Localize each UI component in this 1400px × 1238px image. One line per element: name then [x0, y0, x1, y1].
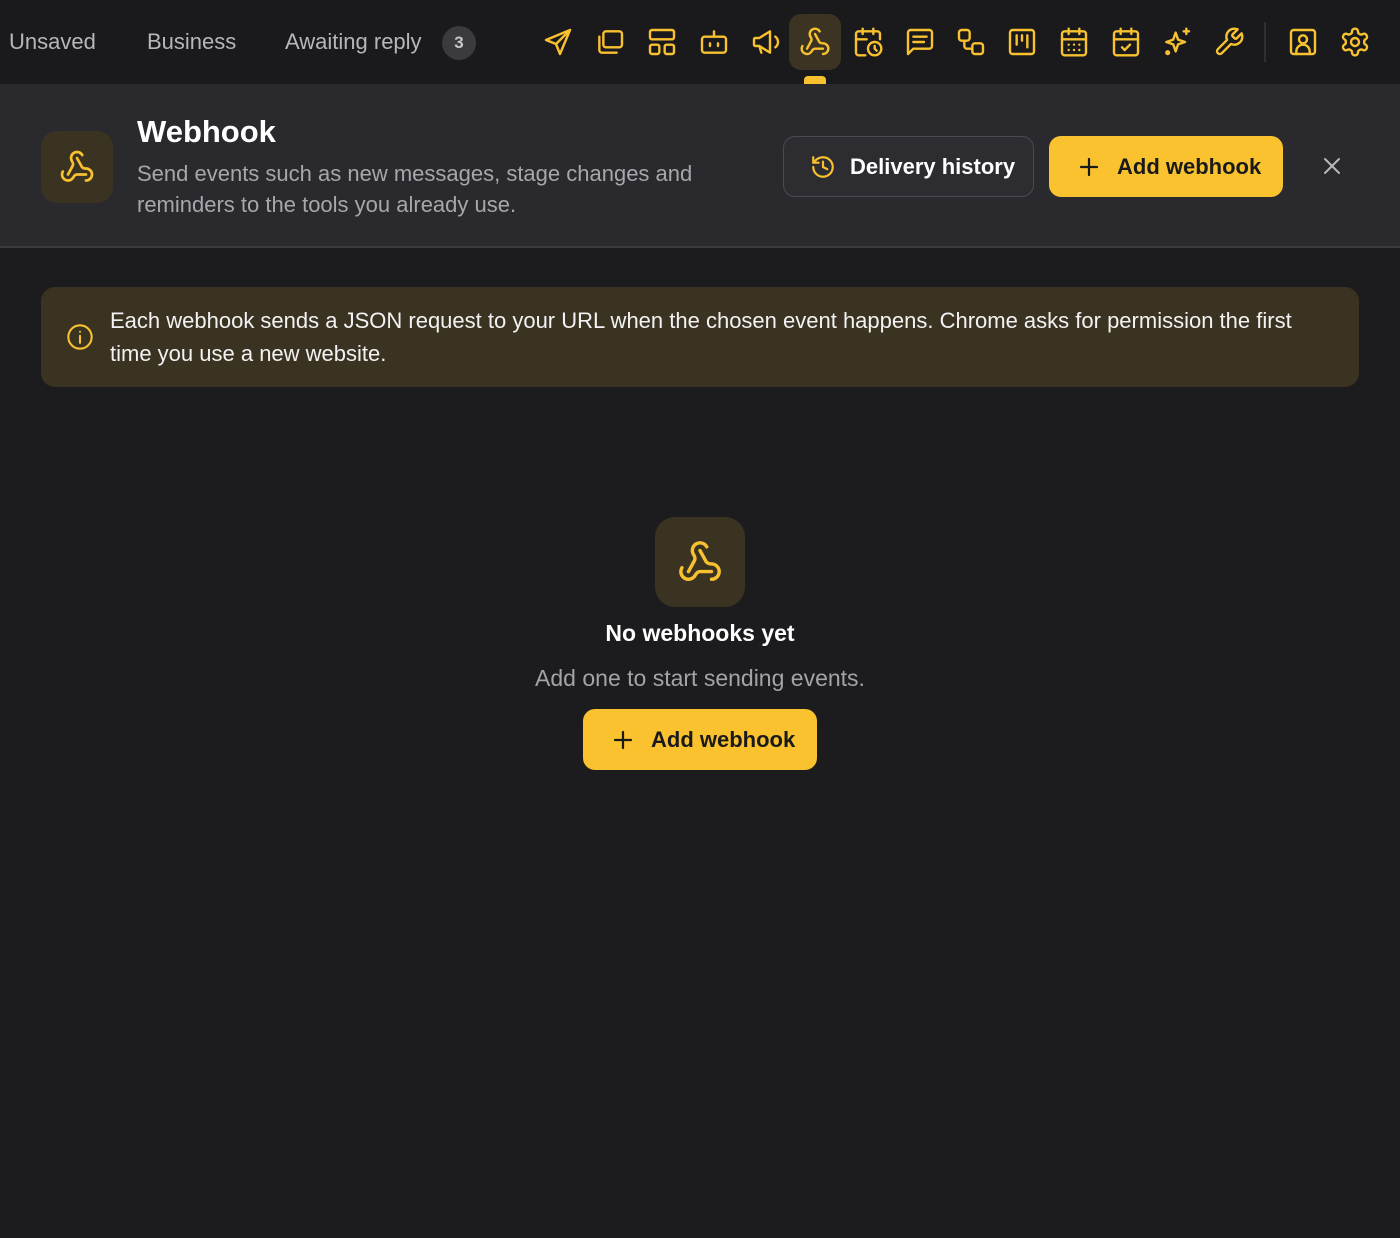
webhook-header: Webhook Send events such as new messages…: [0, 84, 1400, 248]
layout-tool-button[interactable]: [636, 14, 688, 70]
close-button[interactable]: [1314, 148, 1350, 184]
add-webhook-header-label: Add webhook: [1117, 153, 1262, 179]
tab-awaiting-reply[interactable]: Awaiting reply: [285, 0, 422, 84]
calendar-check-icon: [1112, 27, 1140, 57]
kanban-tool-button[interactable]: [996, 14, 1048, 70]
message-square-icon: [906, 28, 934, 56]
messages-tool-button[interactable]: [894, 14, 946, 70]
info-banner: Each webhook sends a JSON request to you…: [41, 287, 1359, 387]
active-tool-indicator: [804, 76, 826, 84]
plus-icon: [613, 730, 633, 749]
wrench-icon: [1215, 27, 1244, 56]
top-bar: Unsaved Business Awaiting reply 3: [0, 0, 1400, 84]
sparkles-icon: [1165, 27, 1191, 56]
contact-tool-button[interactable]: [1277, 14, 1329, 70]
info-text: Each webhook sends a JSON request to you…: [110, 308, 1292, 366]
awaiting-reply-count-badge: 3: [442, 26, 476, 60]
info-icon: [67, 324, 93, 350]
tab-unsaved[interactable]: Unsaved: [9, 0, 96, 84]
webhook-tool-button[interactable]: [789, 14, 841, 70]
workflow-icon: [957, 28, 985, 56]
bot-icon: [700, 30, 728, 54]
calendar-tool-button[interactable]: [1048, 14, 1100, 70]
calendar-clock-icon: [854, 27, 883, 57]
history-icon: [812, 155, 834, 178]
page-description: Send events such as new messages, stage …: [137, 161, 693, 217]
megaphone-tool-button[interactable]: [740, 14, 792, 70]
plus-icon: [1079, 157, 1099, 176]
delivery-history-button[interactable]: Delivery history: [783, 136, 1034, 197]
send-icon: [544, 28, 572, 56]
tab-business[interactable]: Business: [147, 0, 236, 84]
megaphone-icon: [752, 30, 780, 54]
webhook-icon: [60, 150, 94, 182]
copy-icon: [598, 30, 624, 54]
empty-state-icon-tile: [655, 517, 745, 607]
copy-tool-button[interactable]: [584, 14, 636, 70]
bot-tool-button[interactable]: [688, 14, 740, 70]
layout-icon: [648, 28, 676, 56]
add-webhook-header-button[interactable]: Add webhook: [1049, 136, 1283, 197]
contact-icon: [1289, 28, 1317, 56]
kanban-icon: [1008, 28, 1036, 56]
page-title: Webhook: [137, 114, 276, 149]
empty-state-title: No webhooks yet: [605, 620, 795, 646]
delivery-history-label: Delivery history: [850, 153, 1016, 179]
settings-icon: [1341, 27, 1369, 57]
calendar-grid-icon: [1060, 27, 1088, 57]
send-tool-button[interactable]: [532, 14, 584, 70]
toolbar-divider: [1264, 22, 1266, 62]
webhook-header-icon-tile: [41, 131, 113, 203]
workflow-tool-button[interactable]: [945, 14, 997, 70]
close-icon: [1324, 158, 1340, 174]
webhook-icon: [800, 27, 830, 56]
ai-tool-button[interactable]: [1151, 14, 1203, 70]
add-webhook-label: Add webhook: [651, 726, 796, 752]
empty-state-subtitle: Add one to start sending events.: [535, 665, 865, 691]
add-webhook-button[interactable]: Add webhook: [583, 709, 817, 770]
tools-tool-button[interactable]: [1203, 14, 1255, 70]
calendar-clock-tool-button[interactable]: [842, 14, 894, 70]
webhook-icon: [679, 541, 721, 581]
calendar-check-tool-button[interactable]: [1100, 14, 1152, 70]
settings-tool-button[interactable]: [1329, 14, 1381, 70]
